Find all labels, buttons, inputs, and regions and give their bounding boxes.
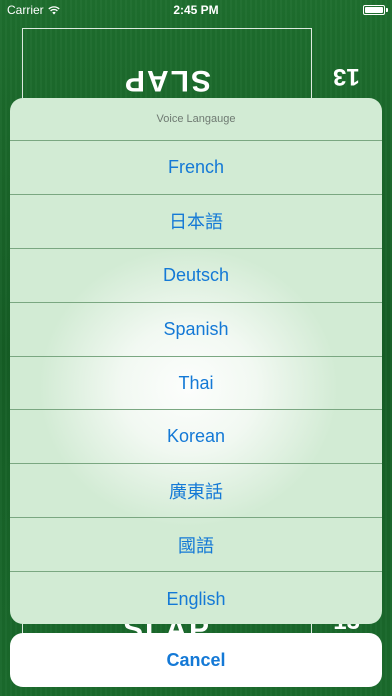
battery-icon [363, 5, 388, 15]
option-thai[interactable]: Thai [10, 357, 382, 411]
cancel-button[interactable]: Cancel [10, 633, 382, 687]
option-spanish[interactable]: Spanish [10, 303, 382, 357]
status-bar: Carrier 2:45 PM [0, 0, 392, 20]
option-cantonese[interactable]: 廣東話 [10, 464, 382, 519]
voice-language-action-sheet: Voice Langauge French 日本語 Deutsch Spanis… [10, 98, 382, 624]
option-english[interactable]: English [10, 572, 382, 624]
option-german[interactable]: Deutsch [10, 249, 382, 303]
status-time: 2:45 PM [173, 3, 219, 17]
action-sheet-title: Voice Langauge [10, 98, 382, 141]
option-french[interactable]: French [10, 141, 382, 195]
option-mandarin[interactable]: 國語 [10, 518, 382, 573]
top-slap-label: SLAP [122, 64, 211, 97]
option-korean[interactable]: Korean [10, 410, 382, 465]
option-japanese[interactable]: 日本語 [10, 195, 382, 249]
top-score: 13 [333, 63, 360, 90]
